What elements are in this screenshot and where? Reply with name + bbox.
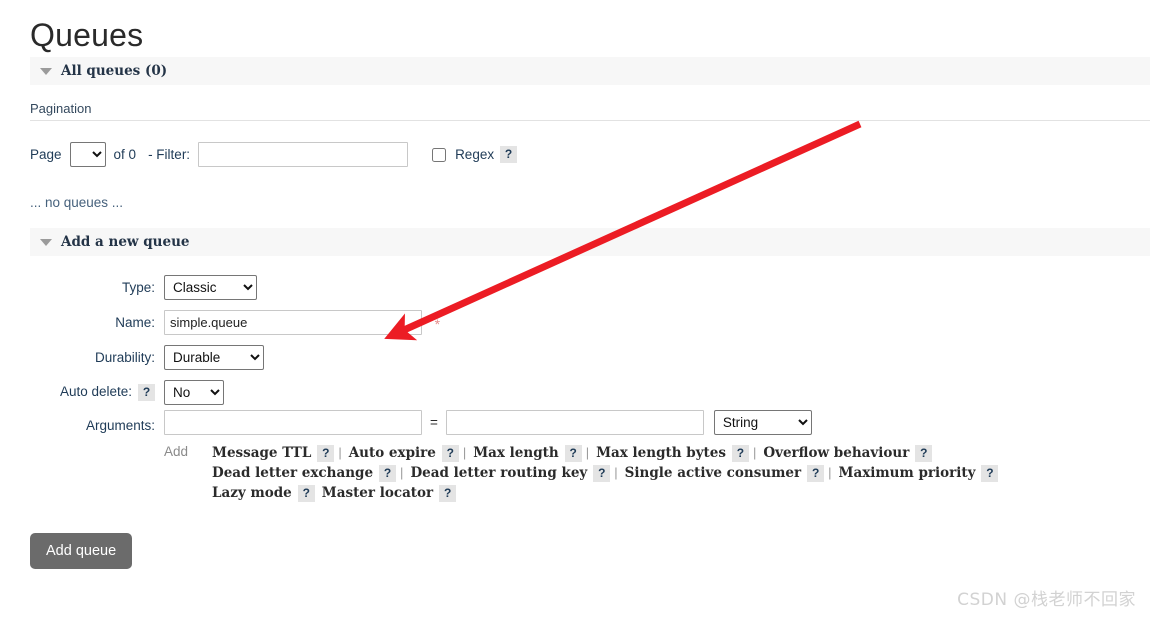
auto-delete-label: Auto delete:	[59, 384, 132, 400]
type-select[interactable]: Classic	[164, 275, 257, 301]
regex-help-icon[interactable]: ?	[500, 146, 518, 164]
preset-separator: |	[828, 465, 832, 481]
regex-checkbox[interactable]	[432, 147, 447, 162]
preset-link-max-length[interactable]: Max length	[473, 445, 558, 461]
preset-link-single-active-consumer[interactable]: Single active consumer	[625, 465, 801, 481]
preset-line: Dead letter exchange? | Dead letter routin…	[212, 463, 999, 483]
auto-delete-label-cell: Auto delete:?	[0, 375, 164, 410]
empty-state-text: ... no queues ...	[30, 195, 124, 211]
help-icon[interactable]: ?	[915, 445, 933, 463]
arguments-label: Arguments:	[85, 418, 155, 434]
name-label: Name:	[115, 315, 155, 331]
auto-delete-help-icon[interactable]: ?	[138, 384, 155, 402]
type-row: Type: Classic	[0, 270, 998, 305]
argument-entry-row: = String	[164, 410, 998, 436]
auto-delete-row: Auto delete:? No	[0, 375, 998, 410]
pagination-controls: Page of 0 - Filter: Regex ?	[30, 121, 1150, 168]
preset-separator: |	[614, 465, 618, 481]
preset-link-maximum-priority[interactable]: Maximum priority	[839, 465, 976, 481]
add-queue-section-header[interactable]: Add a new queue	[30, 228, 1150, 257]
required-marker: *	[434, 315, 441, 332]
all-queues-label: All queues (0)	[61, 63, 168, 80]
add-queue-button[interactable]: Add queue	[30, 533, 133, 570]
preset-link-message-ttl[interactable]: Message TTL	[212, 445, 311, 461]
pagination-legend: Pagination	[30, 101, 92, 117]
preset-separator: |	[585, 445, 590, 461]
argument-value-input[interactable]	[445, 410, 704, 436]
help-icon[interactable]: ?	[564, 445, 582, 463]
help-icon[interactable]: ?	[317, 445, 335, 463]
argument-key-input[interactable]	[164, 410, 422, 436]
help-icon[interactable]: ?	[439, 485, 457, 503]
argument-type-select[interactable]: String	[713, 410, 812, 436]
name-control-cell: *	[164, 305, 998, 340]
argument-presets: Add Message TTL? | Auto expire? | Max length…	[164, 435, 999, 503]
preset-link-max-length-bytes[interactable]: Max length bytes	[596, 445, 726, 461]
pagination-fieldset: Pagination Page of 0 - Filter: Regex ?	[30, 101, 1150, 168]
arguments-control-cell: = String Add Message TTL? | Auto expire? | M…	[164, 410, 999, 503]
triangle-down-icon[interactable]	[40, 238, 52, 246]
type-control-cell: Classic	[164, 270, 998, 305]
help-icon[interactable]: ?	[297, 485, 315, 503]
filter-input[interactable]	[198, 142, 409, 168]
preset-link-lazy-mode[interactable]: Lazy mode	[212, 485, 292, 501]
filter-label: - Filter:	[148, 147, 191, 163]
type-label: Type:	[121, 280, 155, 296]
preset-link-dead-letter-routing-key[interactable]: Dead letter routing key	[410, 465, 587, 481]
preset-link-lines: Message TTL? | Auto expire? | Max length? | Ma…	[212, 443, 999, 503]
page-label: Page	[30, 147, 62, 163]
watermark: CSDN @栈老师不回家	[957, 590, 1136, 610]
queue-fields-table: Type: Classic Name: * Durability: Durabl…	[0, 270, 999, 503]
submit-wrap: Add queue	[30, 533, 1150, 570]
help-icon[interactable]: ?	[593, 465, 611, 483]
preset-separator: |	[752, 445, 757, 461]
preset-link-overflow-behaviour[interactable]: Overflow behaviour	[763, 445, 909, 461]
preset-separator: |	[338, 445, 342, 461]
preset-separator: |	[400, 465, 404, 481]
preset-link-auto-expire[interactable]: Auto expire	[349, 445, 436, 461]
help-icon[interactable]: ?	[981, 465, 999, 483]
add-argument-label[interactable]: Add	[164, 443, 212, 459]
add-queue-label: Add a new queue	[61, 234, 190, 251]
page-total-label: of 0	[113, 147, 137, 163]
preset-line: Message TTL? | Auto expire? | Max length? | Ma…	[212, 443, 998, 463]
add-queue-form: Add a new queue Type: Classic Name: * Du…	[0, 228, 1150, 570]
name-row: Name: *	[0, 305, 998, 340]
preset-line: Lazy mode? Master locator?	[212, 483, 998, 503]
regex-label: Regex	[455, 147, 495, 163]
equals-sign: =	[430, 415, 438, 431]
page-select[interactable]	[69, 142, 106, 168]
preset-link-dead-letter-exchange[interactable]: Dead letter exchange	[212, 465, 373, 481]
help-icon[interactable]: ?	[379, 465, 397, 483]
arguments-row: Arguments: = String Add Message TTL? | Aut…	[0, 410, 999, 503]
durability-label: Durability:	[94, 350, 155, 366]
regex-group: Regex ?	[432, 146, 518, 164]
durability-control-cell: Durable	[164, 340, 998, 375]
preset-separator: |	[462, 445, 467, 461]
page-title: Queues	[30, 17, 144, 53]
help-icon[interactable]: ?	[441, 445, 459, 463]
all-queues-section-header[interactable]: All queues (0)	[30, 57, 1150, 86]
durability-row: Durability: Durable	[0, 340, 998, 375]
help-icon[interactable]: ?	[807, 465, 825, 483]
help-icon[interactable]: ?	[731, 445, 749, 463]
auto-delete-select[interactable]: No	[164, 380, 224, 406]
preset-link-master-locator[interactable]: Master locator	[322, 485, 433, 501]
durability-select[interactable]: Durable	[164, 345, 264, 371]
auto-delete-control-cell: No	[164, 375, 998, 410]
name-input[interactable]	[164, 310, 422, 336]
triangle-down-icon[interactable]	[40, 67, 52, 75]
